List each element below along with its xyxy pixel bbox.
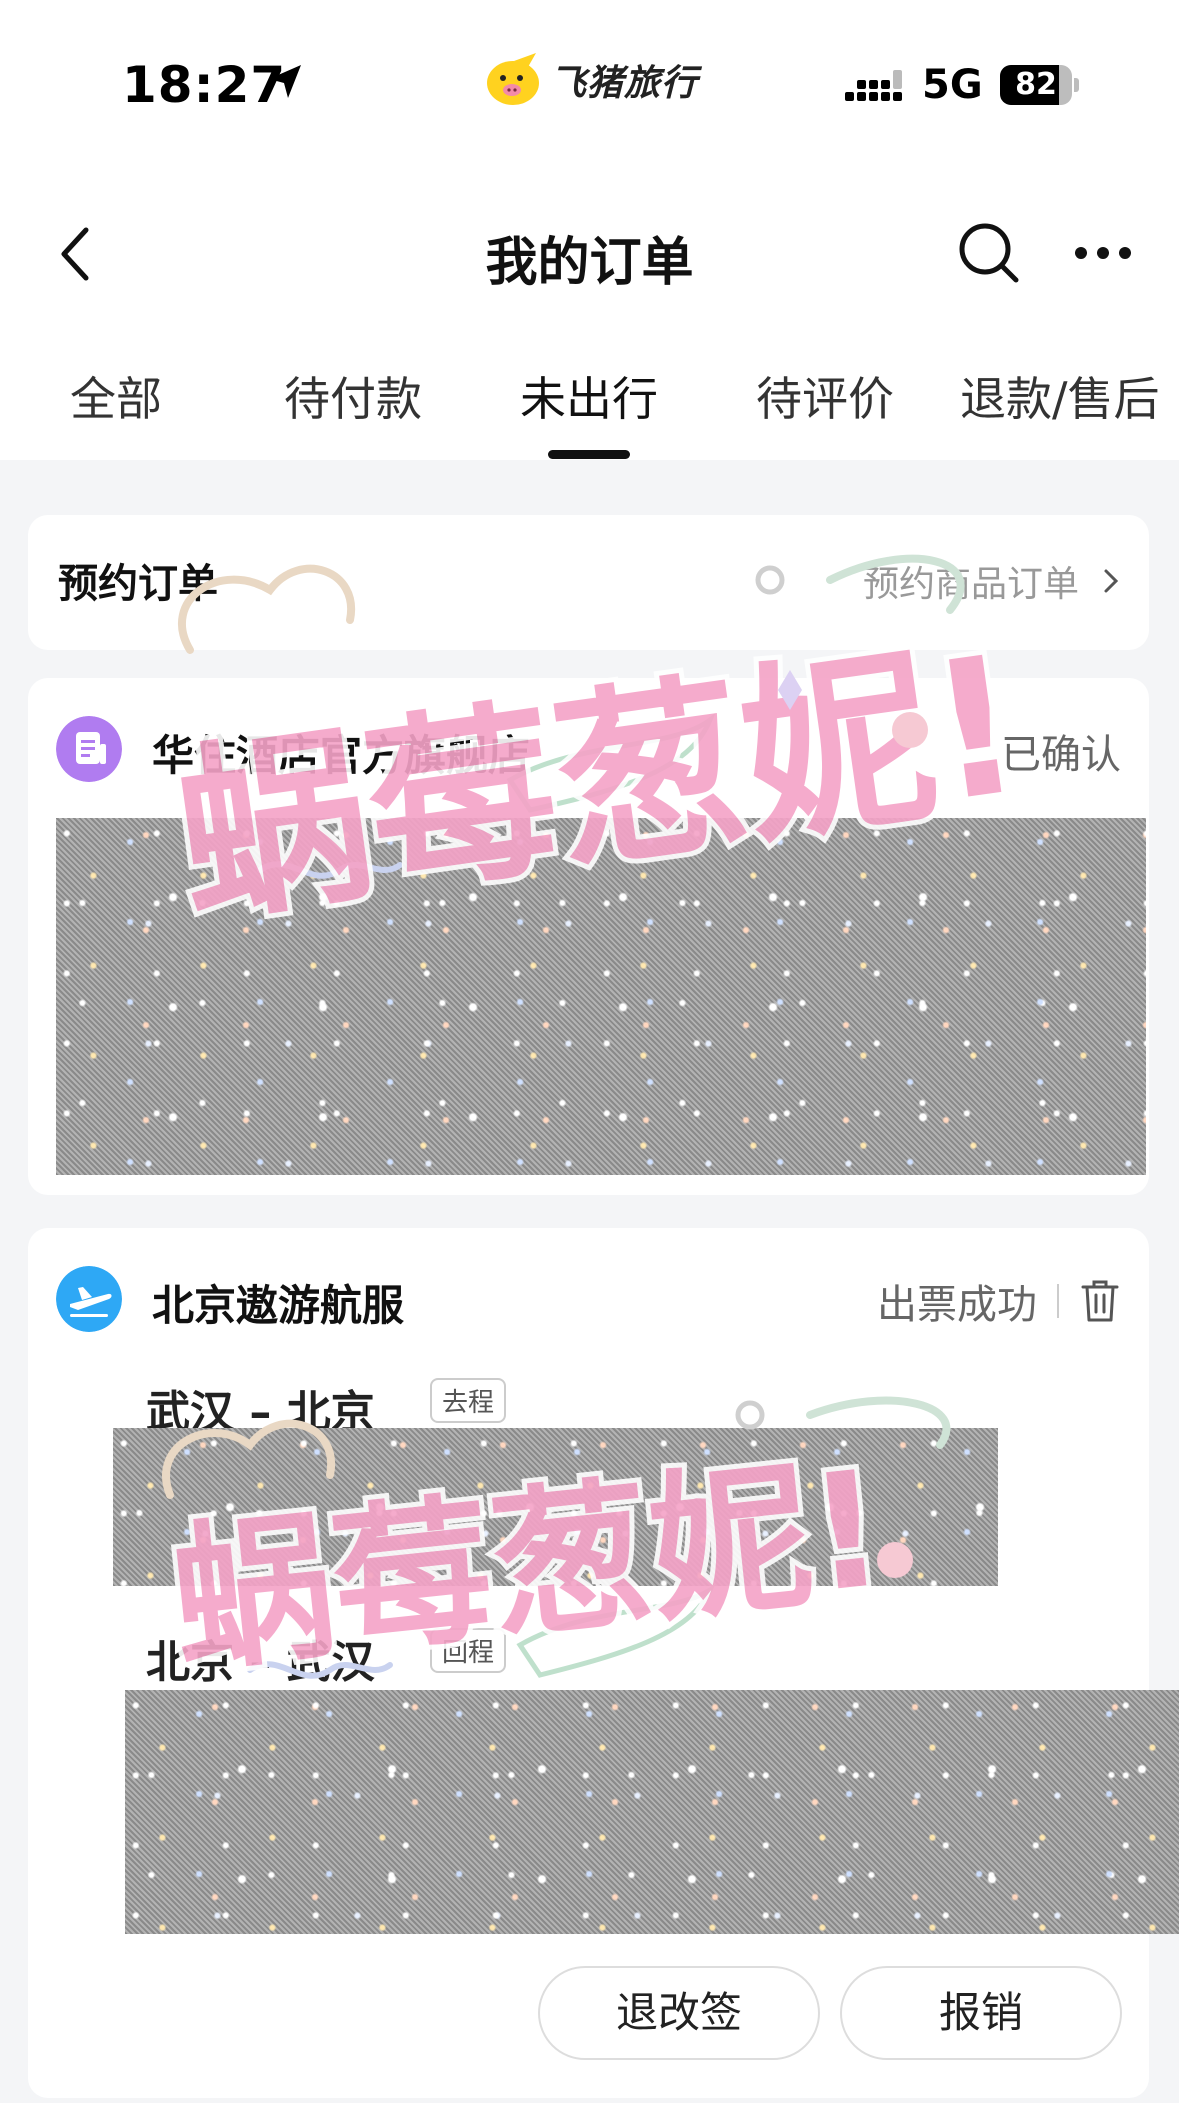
more-options-icon[interactable] bbox=[1072, 240, 1134, 266]
active-tab-indicator bbox=[548, 450, 630, 459]
hotel-order-status: 已确认 bbox=[1001, 732, 1121, 778]
reservation-link-label: 预约商品订单 bbox=[862, 564, 1079, 605]
flight-shop-name[interactable]: 北京遨游航服 bbox=[152, 1272, 404, 1333]
brand-name: 飞猪旅行 bbox=[550, 63, 699, 104]
return-tag: 回程 bbox=[430, 1628, 507, 1673]
flight-order-card[interactable]: 北京遨游航服 出票成功 武汉 – 北京 去程 北京 – 武汉 回程 退改签 报销 bbox=[28, 1228, 1179, 2098]
tab-pending-payment[interactable]: 待付款 bbox=[284, 363, 422, 429]
battery-indicator: 82 bbox=[1000, 65, 1079, 105]
divider bbox=[1057, 1284, 1059, 1318]
flight-order-status: 出票成功 bbox=[877, 1282, 1037, 1328]
reservation-orders-card[interactable]: 预约订单 预约商品订单 bbox=[28, 515, 1149, 650]
outbound-tag: 去程 bbox=[430, 1378, 507, 1423]
flight-status-group: 出票成功 bbox=[877, 1272, 1121, 1330]
network-type: 5G bbox=[922, 62, 983, 108]
battery-percent: 82 bbox=[1015, 67, 1057, 102]
reservation-link[interactable]: 预约商品订单 bbox=[863, 555, 1121, 607]
pig-logo-icon bbox=[487, 53, 539, 105]
location-arrow-icon bbox=[269, 65, 301, 98]
chevron-right-icon bbox=[1104, 569, 1119, 593]
reimbursement-button[interactable]: 报销 bbox=[840, 1966, 1122, 2060]
status-bar: 18:27 飞猪旅行 5G 82 bbox=[0, 0, 1179, 170]
clock: 18:27 bbox=[122, 56, 287, 114]
change-refund-button[interactable]: 退改签 bbox=[538, 1966, 820, 2060]
glitter-privacy-cover bbox=[113, 1428, 998, 1586]
tab-pending-review[interactable]: 待评价 bbox=[756, 363, 894, 429]
nav-bar: 我的订单 bbox=[0, 170, 1179, 335]
shop-document-icon bbox=[56, 716, 122, 782]
glitter-privacy-cover bbox=[56, 818, 1146, 1175]
glitter-privacy-cover bbox=[125, 1690, 1179, 1934]
return-route: 北京 – 武汉 bbox=[146, 1637, 375, 1688]
search-icon[interactable] bbox=[956, 220, 1022, 286]
order-status-tabs: 全部 待付款 未出行 待评价 退款/售后 bbox=[0, 335, 1179, 460]
airplane-icon bbox=[56, 1266, 122, 1332]
hotel-order-card[interactable]: 华住酒店官方旗舰店 已确认 bbox=[28, 678, 1149, 1195]
app-brand: 飞猪旅行 bbox=[484, 50, 698, 110]
tab-all[interactable]: 全部 bbox=[70, 363, 162, 429]
orders-page: 18:27 飞猪旅行 5G 82 我的订单 全部 待付款 未出行 待评价 退款/… bbox=[0, 0, 1179, 2103]
trash-icon[interactable] bbox=[1079, 1279, 1121, 1323]
reservation-title: 预约订单 bbox=[58, 561, 218, 607]
hotel-shop-name[interactable]: 华住酒店官方旗舰店 bbox=[152, 722, 530, 783]
cellular-signal-icon bbox=[845, 70, 902, 101]
tab-refund-after-sale[interactable]: 退款/售后 bbox=[960, 363, 1160, 429]
tab-not-traveled[interactable]: 未出行 bbox=[520, 363, 658, 429]
